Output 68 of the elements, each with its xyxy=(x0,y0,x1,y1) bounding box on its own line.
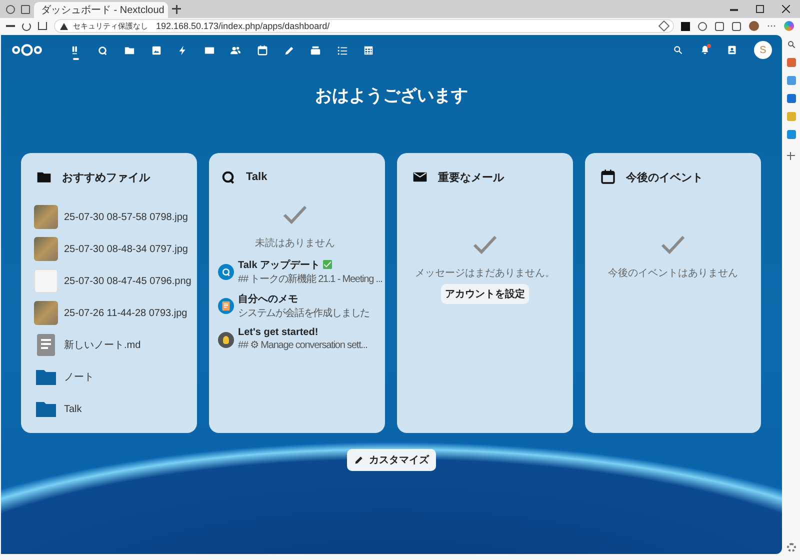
profile-avatar[interactable] xyxy=(749,21,759,31)
url-text: 192.168.50.173/index.php/apps/dashboard/ xyxy=(156,21,331,31)
image-icon xyxy=(150,44,162,56)
search-icon[interactable] xyxy=(786,40,796,49)
widget-title: 今後のイベント xyxy=(626,170,703,184)
widget-title: 重要なメール xyxy=(438,170,504,184)
close-icon[interactable] xyxy=(782,5,790,13)
chat-bubble-icon xyxy=(221,266,231,276)
conversation-title[interactable]: Let's get started! xyxy=(238,327,318,338)
maximize-icon[interactable] xyxy=(756,5,764,13)
browser-tab[interactable]: ダッシュボード - Nextcloud xyxy=(34,2,168,18)
photo-thumbnail xyxy=(34,301,58,325)
file-item[interactable]: Talk xyxy=(34,393,197,425)
file-name: 25-07-30 08-48-34 0797.jpg xyxy=(64,244,188,254)
note-icon xyxy=(221,300,231,310)
conversation-title[interactable]: Talk アップデート xyxy=(238,258,320,272)
widget-title: おすすめファイル xyxy=(62,170,150,184)
calendar-icon xyxy=(256,44,268,56)
search-icon[interactable] xyxy=(673,45,683,55)
last-message: システムが会話を作成しました xyxy=(238,308,370,320)
conversation-avatar[interactable] xyxy=(218,264,234,280)
grid-icon xyxy=(363,44,374,56)
empty-message: 今後のイベントはありません xyxy=(608,267,738,280)
folder-icon xyxy=(124,44,135,56)
file-name: Talk xyxy=(64,404,82,414)
greeting: おはようございます xyxy=(314,85,469,107)
file-name: ノート xyxy=(64,371,94,384)
file-item[interactable]: 25-07-30 08-47-45 0796.png xyxy=(34,265,197,297)
logo-icon[interactable] xyxy=(11,42,43,58)
file-item[interactable]: 25-07-30 08-57-58 0798.jpg xyxy=(34,201,197,233)
last-message: ## トークの新機能 21.1 - Meeting ... xyxy=(238,274,382,286)
file-item[interactable]: 新しいノート.md xyxy=(34,329,197,361)
widget-title: Talk xyxy=(246,171,268,183)
customize-button[interactable]: カスタマイズ xyxy=(347,449,436,471)
pencil-icon xyxy=(284,44,295,56)
calendar-icon xyxy=(600,169,616,185)
last-message: ## ⚙ Manage conversation sett... xyxy=(238,340,368,352)
file-name: 25-07-30 08-47-45 0796.png xyxy=(64,276,192,286)
tab-actions-icon[interactable] xyxy=(21,4,30,14)
chat-bubble-icon xyxy=(97,44,108,56)
file-name: 新しいノート.md xyxy=(64,338,141,352)
conversation-avatar[interactable] xyxy=(218,332,234,348)
reload-icon[interactable] xyxy=(22,22,31,30)
photo-thumbnail xyxy=(34,205,58,229)
file-item[interactable]: 25-07-30 08-48-34 0797.jpg xyxy=(34,233,197,265)
empty-message: メッセージはまだありません。 xyxy=(415,267,555,280)
checklist-icon xyxy=(336,44,348,56)
screenshot-thumbnail xyxy=(34,269,58,293)
conversation-title[interactable]: 自分へのメモ xyxy=(238,292,298,306)
photo-thumbnail xyxy=(34,237,58,261)
file-name: 25-07-26 11-44-28 0793.jpg xyxy=(64,308,188,318)
bell-icon[interactable] xyxy=(700,45,710,55)
file-item[interactable]: 25-07-26 11-44-28 0793.jpg xyxy=(34,297,197,329)
empty-message: 未読はありません xyxy=(255,236,335,250)
pencil-icon xyxy=(354,455,364,465)
chat-bubble-icon xyxy=(220,169,236,185)
people-icon xyxy=(230,44,242,56)
file-item[interactable]: ノート xyxy=(34,361,197,393)
checkmark-badge-icon xyxy=(323,260,332,269)
copilot-icon[interactable] xyxy=(784,21,794,31)
stack-icon xyxy=(310,44,322,56)
tab-title: ダッシュボード - Nextcloud xyxy=(41,4,164,17)
document-icon xyxy=(34,333,58,357)
contacts-icon[interactable] xyxy=(727,45,737,55)
lightbulb-icon xyxy=(223,336,229,344)
setup-account-button[interactable]: アカウントを設定 xyxy=(441,284,529,304)
conversation-avatar[interactable] xyxy=(218,298,234,314)
file-name: 25-07-30 08-57-58 0798.jpg xyxy=(64,212,188,222)
